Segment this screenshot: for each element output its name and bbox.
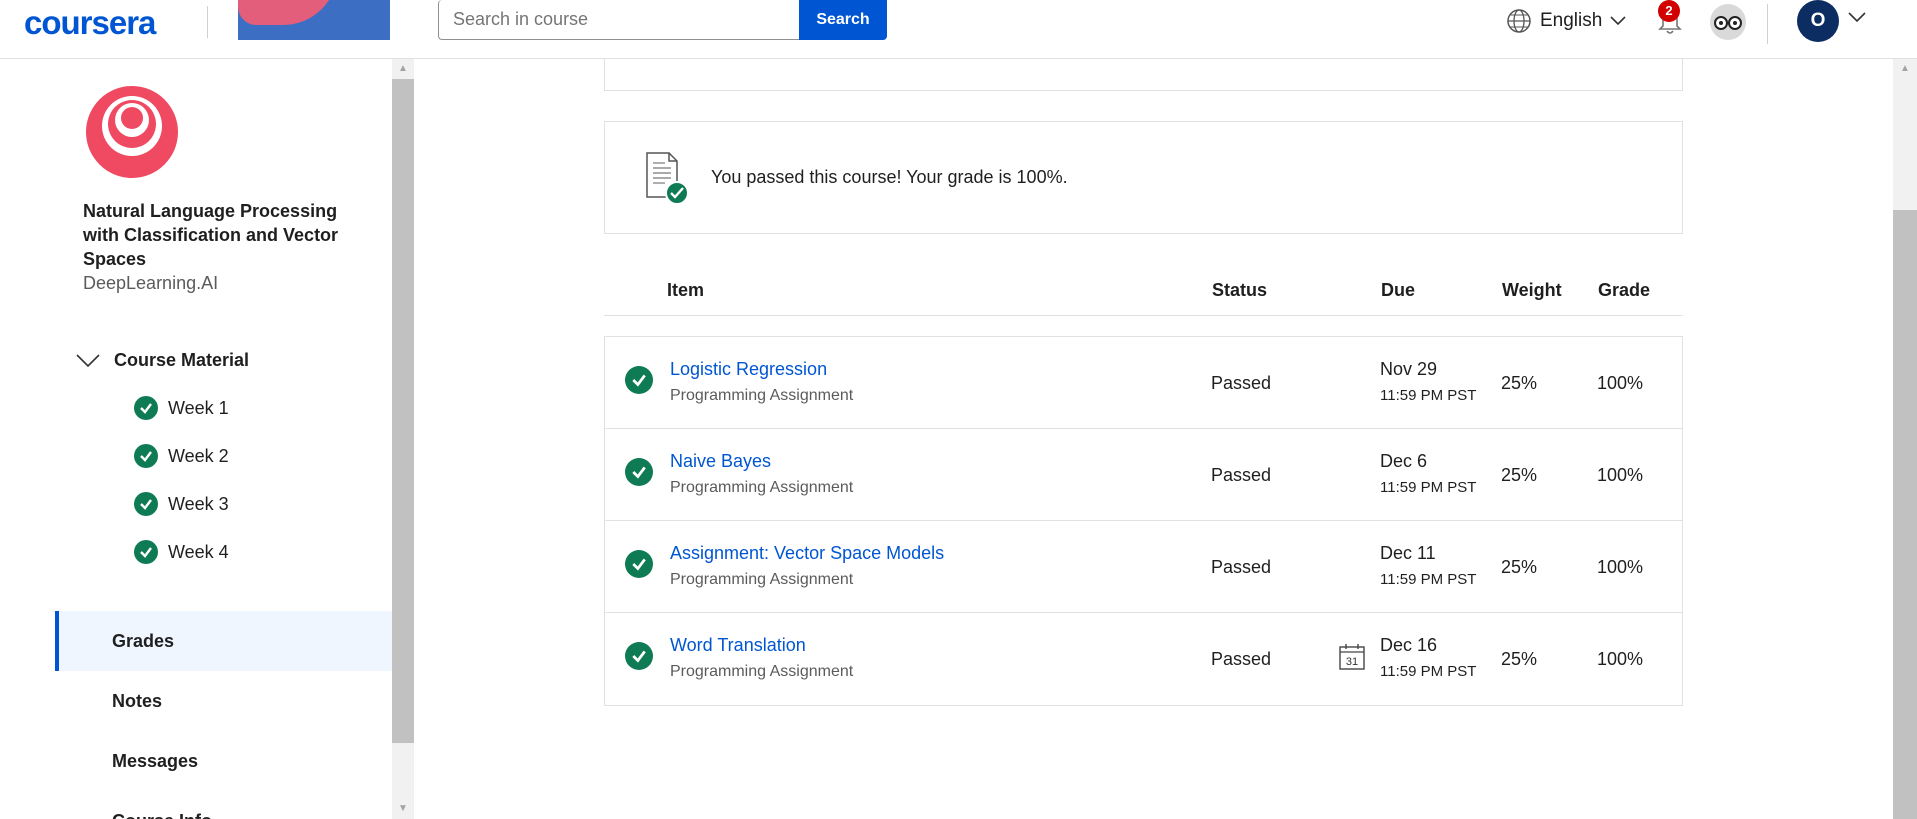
item-link[interactable]: Naive Bayes (670, 451, 771, 472)
search-input[interactable] (438, 0, 799, 40)
passed-check-icon (625, 366, 653, 394)
course-material-toggle[interactable]: Course Material (76, 350, 249, 371)
previous-card (604, 59, 1683, 91)
due-time: 11:59 PM PST (1380, 663, 1477, 680)
item-weight: 25% (1501, 465, 1538, 485)
item-weight: 25% (1501, 649, 1538, 669)
item-status: Passed (1211, 373, 1272, 393)
item-status: Passed (1211, 649, 1272, 669)
chevron-down-icon (76, 353, 100, 367)
course-passed-banner: You passed this course! Your grade is 10… (604, 121, 1683, 234)
item-status: Passed (1211, 557, 1272, 577)
search-button[interactable]: Search (799, 0, 887, 40)
scroll-down-arrow-icon[interactable]: ▼ (392, 799, 414, 819)
sidebar-item-week-1[interactable]: Week 1 (134, 396, 229, 420)
calendar-icon[interactable]: 31 (1339, 643, 1365, 670)
check-circle-icon (134, 492, 158, 516)
partner-banner-logo[interactable] (238, 0, 390, 40)
item-link[interactable]: Assignment: Vector Space Models (670, 543, 944, 564)
passed-check-icon (625, 458, 653, 486)
sidebar-item-week-4[interactable]: Week 4 (134, 540, 229, 564)
chevron-down-icon (1610, 16, 1626, 26)
globe-icon (1507, 9, 1531, 33)
table-header-divider (604, 315, 1683, 316)
grades-table: Logistic Regression Programming Assignme… (604, 336, 1683, 706)
item-link[interactable]: Word Translation (670, 635, 806, 656)
sidebar-item-messages[interactable]: Messages (55, 731, 392, 791)
course-title[interactable]: Natural Language Processing with Classif… (83, 199, 373, 271)
certificate-document-icon (646, 152, 689, 205)
course-partner: DeepLearning.AI (83, 273, 219, 293)
course-material-label: Course Material (114, 350, 250, 370)
course-sidebar: Natural Language Processing with Classif… (0, 59, 392, 819)
column-header-item: Item (667, 280, 705, 300)
coursera-logo[interactable]: coursera (24, 4, 156, 42)
table-row: Logistic Regression Programming Assignme… (605, 337, 1682, 429)
item-type: Programming Assignment (670, 571, 854, 588)
course-logo (86, 86, 178, 178)
passed-check-icon (625, 550, 653, 578)
item-grade: 100% (1597, 465, 1644, 485)
item-type: Programming Assignment (670, 479, 854, 496)
calendar-day-text: 31 (1346, 656, 1358, 668)
language-selector[interactable]: English (1506, 8, 1626, 34)
passed-check-icon (625, 642, 653, 670)
language-label: English (1540, 10, 1603, 31)
sidebar-item-course-info[interactable]: Course Info (55, 791, 392, 819)
due-date: Dec 16 (1380, 635, 1438, 655)
sidebar-item-week-2[interactable]: Week 2 (134, 444, 229, 468)
sidebar-item-week-3[interactable]: Week 3 (134, 492, 229, 516)
top-header: coursera Search English 2 O (0, 0, 1917, 59)
main-scrollbar-thumb[interactable] (1893, 210, 1917, 819)
item-grade: 100% (1597, 649, 1644, 669)
week-label: Week 2 (168, 445, 229, 466)
due-date: Dec 11 (1380, 543, 1436, 563)
item-weight: 25% (1501, 557, 1538, 577)
scroll-up-arrow-icon[interactable]: ▲ (392, 59, 414, 79)
item-type: Programming Assignment (670, 387, 854, 404)
sidebar-scrollbar-thumb[interactable] (392, 79, 414, 743)
check-circle-icon (134, 444, 158, 468)
item-status: Passed (1211, 465, 1272, 485)
item-type: Programming Assignment (670, 663, 854, 680)
check-circle-icon (134, 540, 158, 564)
scroll-up-arrow-icon[interactable]: ▲ (1894, 59, 1916, 79)
due-date: Nov 29 (1380, 359, 1438, 379)
due-time: 11:59 PM PST (1380, 571, 1477, 588)
coach-avatar-icon[interactable] (1710, 4, 1746, 40)
chevron-down-icon[interactable] (1848, 12, 1866, 24)
due-time: 11:59 PM PST (1380, 479, 1477, 496)
table-row: Assignment: Vector Space Models Programm… (605, 521, 1682, 613)
item-grade: 100% (1597, 373, 1644, 393)
sidebar-item-notes[interactable]: Notes (55, 671, 392, 731)
week-label: Week 1 (168, 397, 229, 418)
item-link[interactable]: Logistic Regression (670, 359, 827, 380)
item-weight: 25% (1501, 373, 1538, 393)
notification-badge: 2 (1658, 0, 1680, 22)
column-header-weight: Weight (1502, 280, 1562, 300)
table-row: Word Translation Programming Assignment … (605, 613, 1682, 705)
header-divider (207, 6, 208, 38)
item-grade: 100% (1597, 557, 1644, 577)
due-date: Dec 6 (1380, 451, 1428, 471)
due-time: 11:59 PM PST (1380, 387, 1477, 404)
pass-message: You passed this course! Your grade is 10… (711, 167, 1068, 187)
week-label: Week 3 (168, 493, 229, 514)
sidebar-item-grades[interactable]: Grades (55, 611, 392, 671)
column-header-grade: Grade (1598, 280, 1651, 300)
check-circle-icon (134, 396, 158, 420)
user-avatar[interactable]: O (1797, 0, 1839, 42)
column-header-status: Status (1212, 280, 1268, 300)
header-divider-right (1767, 4, 1768, 44)
column-header-due: Due (1381, 280, 1416, 300)
table-row: Naive Bayes Programming Assignment Passe… (605, 429, 1682, 521)
week-label: Week 4 (168, 541, 229, 562)
